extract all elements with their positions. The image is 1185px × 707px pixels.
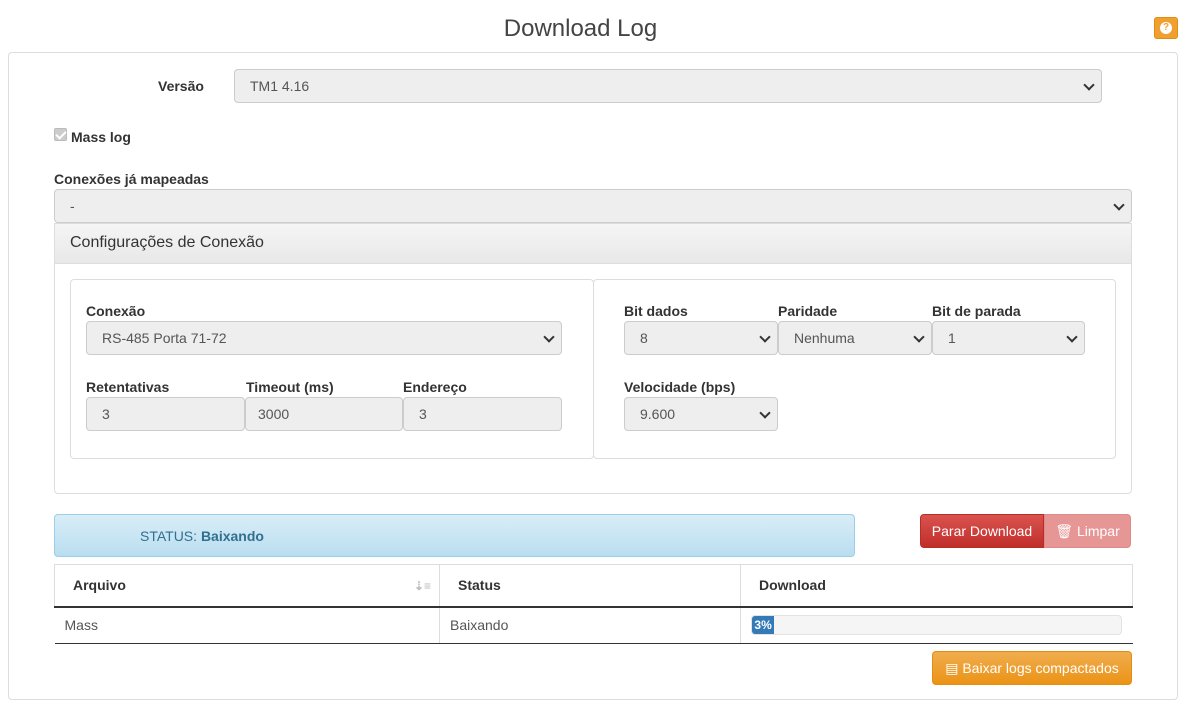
question-icon: ? <box>1160 22 1172 34</box>
download-zip-label: Baixar logs compactados <box>962 660 1119 676</box>
connection-box <box>70 279 594 459</box>
status-value: Baixando <box>200 528 264 544</box>
logs-table: Arquivo ⇣≡ Status Download Mass Baixando… <box>54 564 1133 644</box>
progress-bar-label: 3% <box>752 616 775 635</box>
column-header-arquivo[interactable]: Arquivo ⇣≡ <box>54 564 440 608</box>
versao-label: Versão <box>158 78 204 94</box>
column-header-download: Download <box>740 564 1133 608</box>
conexoes-value: - <box>70 198 75 214</box>
chevron-down-icon <box>1083 79 1095 91</box>
bit-dados-label: Bit dados <box>624 303 688 319</box>
bit-parada-value: 1 <box>948 330 956 346</box>
velocidade-label: Velocidade (bps) <box>624 379 736 395</box>
chevron-down-icon <box>543 331 555 343</box>
mass-log-label: Mass log <box>71 129 131 145</box>
config-panel: Configurações de Conexão <box>54 223 1132 494</box>
table-row: Mass Baixando 3% <box>54 606 1133 644</box>
clear-button-label: Limpar <box>1076 523 1120 539</box>
mass-log-checkbox[interactable] <box>54 128 67 141</box>
velocidade-select[interactable]: 9.600 <box>624 397 778 431</box>
chevron-down-icon <box>759 407 771 419</box>
conexao-value: RS-485 Porta 71-72 <box>102 330 227 346</box>
versao-value: TM1 4.16 <box>250 78 310 94</box>
bit-parada-label: Bit de parada <box>932 303 1021 319</box>
endereco-label: Endereço <box>403 379 467 395</box>
velocidade-value: 9.600 <box>640 406 676 422</box>
cell-status: Baixando <box>439 606 741 644</box>
trash-icon: 🗑 <box>1055 523 1074 539</box>
chevron-down-icon <box>1066 331 1078 343</box>
cell-download: 3% <box>740 606 1133 644</box>
timeout-label: Timeout (ms) <box>246 379 334 395</box>
sort-icon[interactable]: ⇣≡ <box>414 579 431 593</box>
chevron-down-icon <box>913 331 925 343</box>
paridade-label: Paridade <box>778 303 838 319</box>
endereco-input[interactable]: 3 <box>403 397 562 431</box>
timeout-input[interactable]: 3000 <box>245 397 403 431</box>
cell-arquivo: Mass <box>54 606 440 644</box>
status-alert: STATUS: Baixando <box>54 514 855 557</box>
paridade-value: Nenhuma <box>794 330 855 346</box>
download-zip-button[interactable]: ▤ Baixar logs compactados <box>932 651 1132 685</box>
retentativas-input[interactable]: 3 <box>86 397 245 431</box>
versao-select[interactable]: TM1 4.16 <box>234 69 1102 103</box>
conexao-label: Conexão <box>86 303 146 319</box>
download-progress: 3% <box>751 615 1122 636</box>
clear-button[interactable]: 🗑 Limpar <box>1044 514 1131 548</box>
stop-download-button[interactable]: Parar Download <box>920 514 1044 548</box>
retentativas-label: Retentativas <box>86 379 170 395</box>
archive-icon: ▤ <box>945 660 959 676</box>
help-button[interactable]: ? <box>1154 17 1178 39</box>
conexoes-label: Conexões já mapeadas <box>54 171 209 187</box>
conexao-select[interactable]: RS-485 Porta 71-72 <box>86 321 562 355</box>
bit-dados-value: 8 <box>640 330 648 346</box>
page-title: Download Log <box>503 15 658 42</box>
bit-dados-select[interactable]: 8 <box>624 321 778 355</box>
paridade-select[interactable]: Nenhuma <box>778 321 932 355</box>
chevron-down-icon <box>1113 199 1125 211</box>
bit-parada-select[interactable]: 1 <box>932 321 1085 355</box>
chevron-down-icon <box>759 331 771 343</box>
column-header-status: Status <box>439 564 741 608</box>
config-heading: Configurações de Conexão <box>55 224 1131 264</box>
status-prefix: STATUS: <box>140 528 198 544</box>
conexoes-select[interactable]: - <box>54 189 1132 223</box>
